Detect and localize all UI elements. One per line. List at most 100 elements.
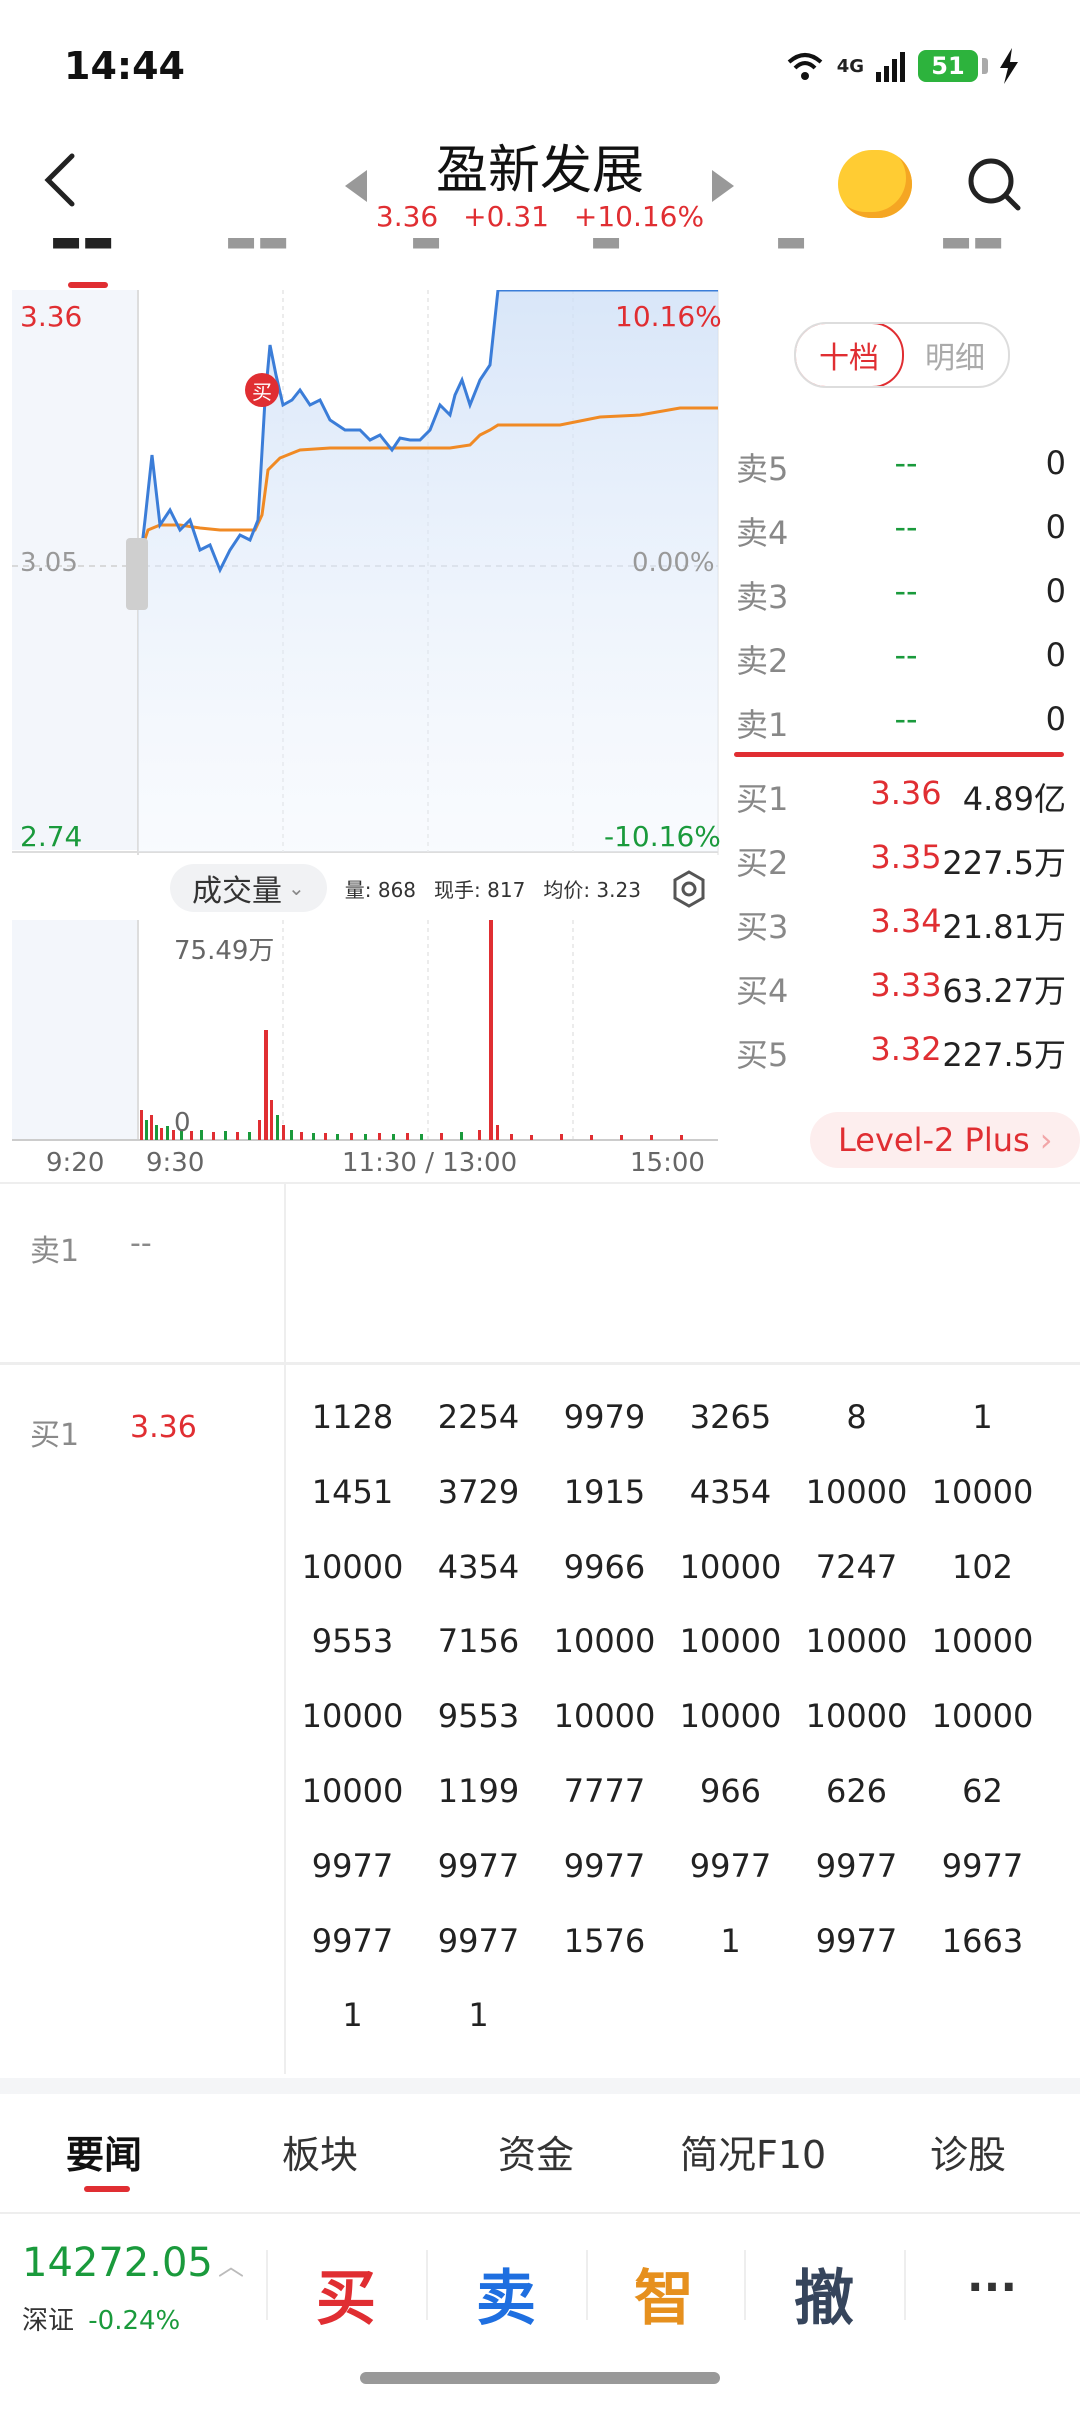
queue-order-cell: 10000 (679, 1547, 782, 1586)
queue-order-cell: 1128 (311, 1398, 394, 1436)
network-type: 4G (836, 55, 864, 77)
queue-order-cell: 10000 (301, 1547, 404, 1586)
sell-level-4: 卖4 -- 0 (736, 508, 1066, 552)
smart-button[interactable]: 智 (604, 2250, 724, 2337)
queue-order-cell: 8 (846, 1398, 867, 1436)
tab-profile-f10[interactable]: 简况F10 (680, 2124, 826, 2179)
volume-zero-label: 0 (174, 1108, 191, 1138)
stock-change: +0.31 (463, 200, 549, 233)
tab-sector[interactable]: 板块 (282, 2124, 358, 2179)
level2-plus-button[interactable]: Level-2 Plus › (810, 1112, 1080, 1168)
price-axis-base: 3.05 (20, 548, 78, 578)
battery-icon: 51 (918, 50, 988, 82)
orderbook-divider (734, 752, 1064, 757)
sell-price: -- (894, 444, 918, 482)
queue-order-cell: 4354 (437, 1547, 520, 1586)
queue-order-cell: 9977 (689, 1846, 772, 1885)
stock-title: 盈新发展 (435, 141, 644, 201)
buy-volume: 227.5万 (942, 844, 1066, 882)
queue-order-cell: 966 (699, 1772, 762, 1810)
stock-price: 3.36 (375, 200, 439, 233)
sell-price: -- (894, 508, 918, 546)
sell-volume: 0 (1045, 700, 1066, 738)
tab-indicator (68, 282, 108, 288)
queue-order-cell: 9553 (437, 1697, 520, 1736)
tab-ten-levels[interactable]: 十档 (796, 324, 904, 386)
level2-label: Level-2 Plus (838, 1121, 1030, 1159)
queue-order-cell: 2254 (437, 1398, 520, 1436)
sell-button[interactable]: 卖 (446, 2250, 566, 2337)
tab-funds[interactable]: 资金 (498, 2124, 574, 2179)
action-separator (904, 2250, 906, 2320)
buy-volume: 227.5万 (942, 1036, 1066, 1074)
volume-selector[interactable]: 成交量 ⌄ (170, 864, 327, 912)
buy-level-1: 买1 3.36 4.89亿 (736, 774, 1066, 818)
volume-chart[interactable] (0, 920, 720, 1145)
index-value[interactable]: 14272.05 (22, 2240, 213, 2286)
queue-sell1-price: -- (130, 1226, 152, 1261)
index-name-line[interactable]: 深证 -0.24% (22, 2300, 180, 2337)
pct-axis-base: 0.00% (632, 548, 715, 578)
buy-label: 买4 (736, 972, 789, 1010)
queue-order-cell: 1576 (563, 1921, 646, 1960)
battery-level: 51 (931, 52, 965, 80)
tab-news[interactable]: 要闻 (66, 2124, 142, 2179)
action-bar-divider (0, 2212, 1080, 2214)
home-indicator[interactable] (360, 2372, 720, 2384)
intraday-chart[interactable]: 买 (0, 290, 720, 860)
queue-order-cell: 1 (342, 1996, 363, 2035)
action-separator (586, 2250, 588, 2320)
sell-volume: 0 (1045, 508, 1066, 546)
queue-order-cell: 10000 (301, 1697, 404, 1736)
queue-order-cell: 1451 (311, 1472, 394, 1511)
buy-volume: 63.27万 (942, 972, 1066, 1010)
queue-order-cell: 10000 (805, 1472, 908, 1511)
sell-level-1: 卖1 -- 0 (736, 700, 1066, 744)
price-area (138, 290, 718, 852)
time-label-1500: 15:00 (630, 1148, 705, 1178)
queue-order-cell: 9977 (563, 1846, 646, 1885)
stock-change-pct: +10.16% (573, 200, 705, 233)
cancel-order-button[interactable]: 撤 (764, 2250, 884, 2337)
buy-price: 3.36 (870, 774, 942, 812)
queue-order-cell: 3729 (437, 1472, 520, 1511)
sell-label: 卖2 (736, 642, 789, 680)
queue-sell1-label: 卖1 (30, 1234, 80, 1269)
queue-order-cell: 10000 (679, 1622, 782, 1661)
orderbook-tabs: 十档 明细 (794, 322, 1010, 388)
gear-icon[interactable] (670, 870, 708, 908)
queue-order-cell: 7156 (437, 1622, 520, 1661)
queue-order-cell: 10000 (553, 1622, 656, 1661)
wifi-icon (787, 53, 823, 80)
time-label-1130: 11:30 / 13:00 (342, 1148, 518, 1178)
queue-order-cell: 10000 (679, 1697, 782, 1736)
chevron-right-icon: › (1039, 1121, 1053, 1159)
queue-order-cell: 1199 (437, 1772, 520, 1810)
price-axis-high: 3.36 (20, 300, 83, 333)
queue-order-cell: 10000 (931, 1472, 1034, 1511)
news-tab-indicator (84, 2186, 130, 2192)
buy-marker-text: 买 (252, 380, 272, 404)
chevron-down-icon: ⌄ (288, 876, 305, 900)
time-label-0920: 9:20 (46, 1148, 105, 1178)
tab-details[interactable]: 明细 (902, 324, 1008, 386)
chart-tabs-strip[interactable]: ▬▬ ▬▬ ▬ ▬ ▬ ▬▬ (0, 238, 1080, 288)
buy-level-3: 买3 3.34 21.81万 (736, 902, 1066, 946)
queue-order-cell: 9977 (437, 1921, 520, 1960)
buy-label: 买5 (736, 1036, 789, 1074)
sell-label: 卖1 (736, 706, 789, 744)
chart-drag-handle (126, 538, 148, 610)
buy-label: 买3 (736, 908, 789, 946)
buy-button[interactable]: 买 (286, 2250, 406, 2337)
index-change: -0.24% (88, 2306, 181, 2336)
queue-order-cell: 10000 (553, 1697, 656, 1736)
queue-order-cell: 9977 (941, 1846, 1024, 1885)
queue-order-cell: 9977 (815, 1921, 898, 1960)
signal-icon (876, 52, 905, 82)
queue-order-cell: 10000 (805, 1697, 908, 1736)
mascot-icon[interactable] (838, 150, 912, 218)
more-button[interactable]: ··· (932, 2262, 1052, 2313)
tab-diagnosis[interactable]: 诊股 (930, 2124, 1006, 2179)
volume-max-label: 75.49万 (174, 936, 275, 966)
search-icon[interactable] (966, 156, 1022, 212)
